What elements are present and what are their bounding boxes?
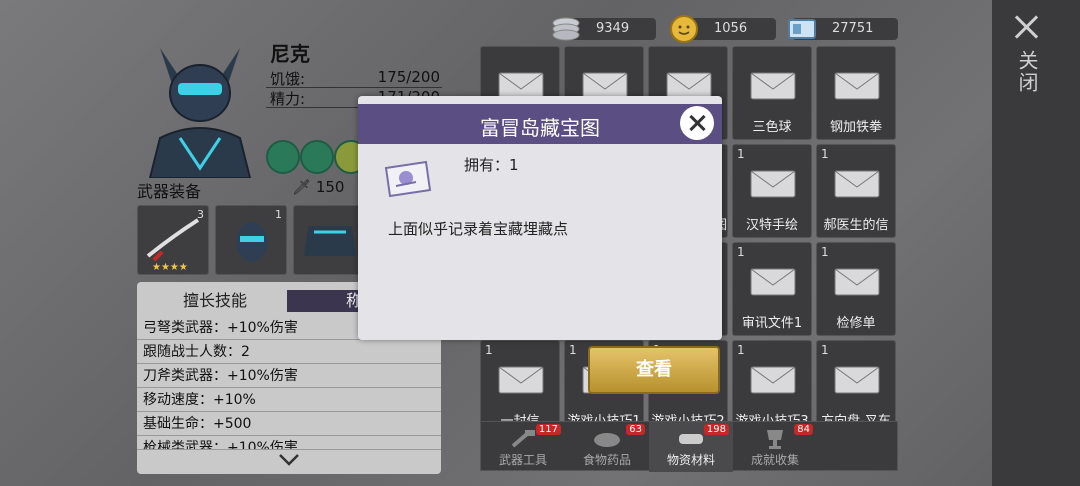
item-name: 汉特手绘: [745, 218, 798, 233]
inventory-cell[interactable]: 1游戏小技巧3: [732, 340, 812, 434]
view-button[interactable]: 查看: [588, 346, 720, 394]
modal-header: 富冒岛藏宝图: [358, 104, 722, 144]
badge: 63: [626, 424, 645, 435]
equipment-level: 3: [197, 208, 204, 221]
tab-skills[interactable]: 擅长技能: [147, 290, 283, 312]
item-icon: [831, 261, 883, 301]
gold-coin-icon: [668, 13, 700, 45]
item-count: 1: [821, 343, 829, 357]
stat-hunger-value: 175/200: [377, 68, 440, 86]
skill-row: 移动速度：+10%: [137, 388, 441, 412]
skill-row: 刀斧类武器：+10%伤害: [137, 364, 441, 388]
character-name: 尼克: [270, 42, 310, 66]
item-name: 三色球: [752, 120, 792, 135]
item-count: 1: [821, 245, 829, 259]
item-icon: [747, 261, 799, 301]
inventory-cell[interactable]: 1 汉特手绘: [732, 144, 812, 238]
currency-ticket: 27751: [788, 18, 898, 40]
tab-food-medicine[interactable]: 63 食物药品: [565, 422, 649, 472]
inventory-cell[interactable]: 钢加铁拳: [816, 46, 896, 140]
inventory-cell[interactable]: 1一封信: [480, 340, 560, 434]
inventory-cell[interactable]: 1 审讯文件1: [732, 242, 812, 336]
modal-title: 富冒岛藏宝图: [480, 116, 600, 140]
currency-silver: 9349: [552, 17, 656, 41]
item-count: 1: [737, 147, 745, 161]
owned-count: 拥有：1: [464, 156, 519, 174]
equipment-level: 1: [275, 208, 282, 221]
stat-energy-label: 精力:: [270, 90, 306, 108]
chevron-down-icon[interactable]: [277, 450, 301, 470]
equipment-slot-helmet[interactable]: 1: [215, 205, 287, 275]
item-count: 1: [569, 343, 577, 357]
item-icon: [747, 163, 799, 203]
item-name: 郝医生的信: [823, 218, 889, 233]
mood-status-icon[interactable]: [300, 140, 334, 174]
badge: 84: [794, 424, 813, 435]
item-count: 1: [737, 245, 745, 259]
weapon-section-title: 武器装备: [137, 182, 202, 201]
skill-row: 枪械类武器：+10%伤害: [137, 436, 441, 450]
close-icon[interactable]: [1012, 12, 1042, 42]
inventory-cell[interactable]: 1 检修单: [816, 242, 896, 336]
close-icon[interactable]: [680, 106, 714, 140]
stomach-status-icon[interactable]: [266, 140, 300, 174]
equipment-slot-weapon[interactable]: 3 ★★★★: [137, 205, 209, 275]
item-count: 1: [485, 343, 493, 357]
item-name: 审讯文件1: [741, 316, 803, 331]
item-icon: [831, 65, 883, 105]
hammer-icon: [507, 428, 539, 450]
tab-label: 物资材料: [666, 453, 715, 467]
close-label[interactable]: 关闭: [1012, 50, 1042, 94]
inventory-cell[interactable]: 1 郝医生的信: [816, 144, 896, 238]
skill-row: 跟随战士人数：2: [137, 340, 441, 364]
tab-materials[interactable]: 198 物资材料: [649, 422, 733, 472]
item-name: 钢加铁拳: [829, 120, 882, 135]
inventory-tabs: 117 武器工具 63 食物药品 198 物资材料 84 成就收集: [480, 421, 898, 472]
badge: 117: [535, 424, 561, 435]
item-detail-modal: 富冒岛藏宝图 拥有：1 上面似乎记录着宝藏埋藏点: [358, 96, 722, 340]
item-icon: [831, 359, 883, 399]
stat-hunger-label: 饥饿:: [270, 70, 306, 88]
currency-ticket-value: 27751: [832, 21, 874, 36]
badge: 198: [703, 424, 729, 435]
tab-label: 成就收集: [750, 453, 799, 467]
tab-weapons-tools[interactable]: 117 武器工具: [481, 422, 565, 472]
inventory-cell[interactable]: 三色球: [732, 46, 812, 140]
item-count: 1: [821, 147, 829, 161]
tab-label: 武器工具: [498, 453, 547, 467]
sword-icon: 🗡: [292, 178, 312, 196]
item-icon: [747, 359, 799, 399]
stat-hunger: 饥饿: 175/200: [266, 68, 442, 88]
inventory-cell[interactable]: 1方向盘-叉车: [816, 340, 896, 434]
svg-text:★★★★: ★★★★: [152, 262, 188, 273]
tab-achievements[interactable]: 84 成就收集: [733, 422, 817, 472]
item-description: 上面似乎记录着宝藏埋藏点: [388, 220, 569, 238]
treasure-map-icon: [382, 158, 434, 200]
skill-row: 基础生命：+500: [137, 412, 441, 436]
currency-gold: 1056: [670, 15, 776, 43]
item-icon: [831, 163, 883, 203]
bread-icon: [591, 428, 623, 450]
silver-coin-stack-icon: [550, 13, 582, 45]
item-name: 检修单: [836, 316, 876, 331]
equipment-slot-armor[interactable]: [293, 205, 365, 275]
weapon-power-value: 150: [315, 178, 345, 196]
character-portrait: [130, 38, 270, 179]
trophy-icon: [759, 428, 791, 450]
item-icon: [747, 65, 799, 105]
armor-icon: [304, 226, 356, 256]
currency-silver-value: 9349: [596, 21, 630, 36]
ticket-icon: [786, 13, 818, 45]
tab-label: 食物药品: [582, 453, 631, 467]
currency-gold-value: 1056: [714, 21, 748, 36]
weapon-power: 🗡 150: [292, 178, 344, 196]
item-count: 1: [737, 343, 745, 357]
item-icon: [495, 359, 547, 399]
scroll-icon: [675, 428, 707, 450]
